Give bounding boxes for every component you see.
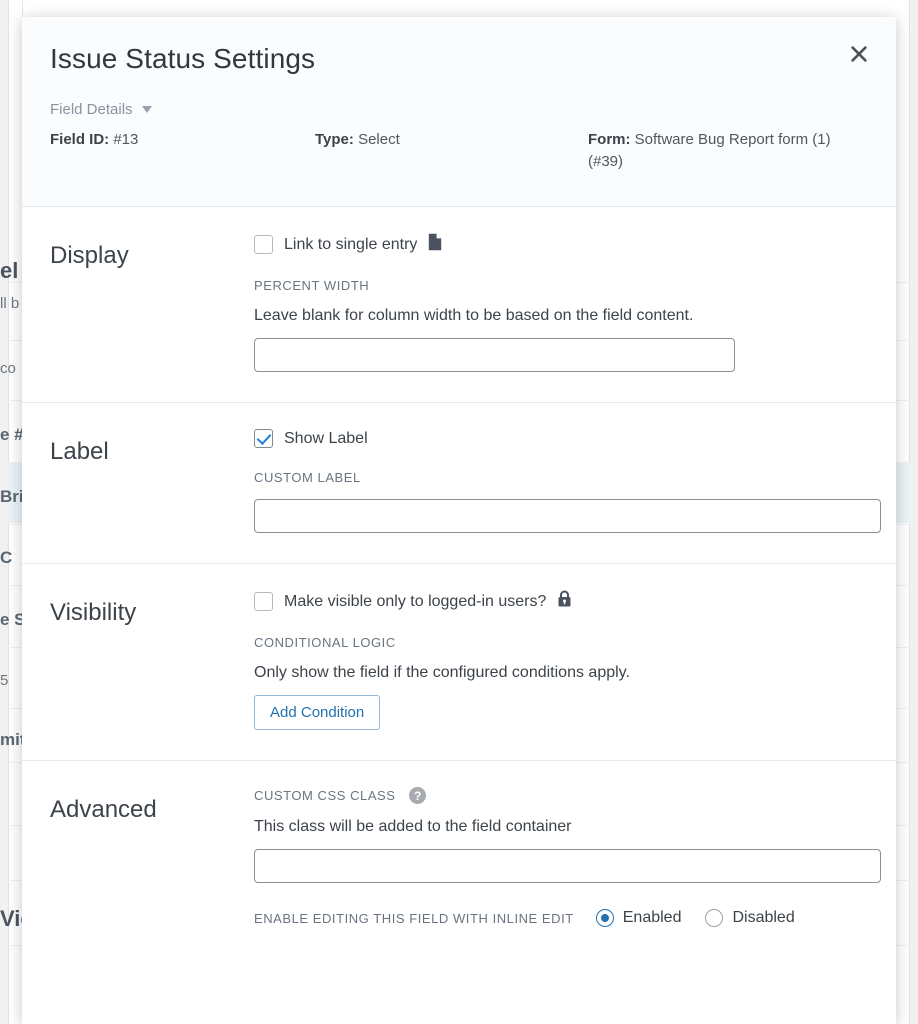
percent-width-heading: PERCENT WIDTH: [254, 278, 868, 293]
link-to-single-entry-label: Link to single entry: [284, 235, 418, 253]
custom-label-heading-text: CUSTOM LABEL: [254, 470, 361, 485]
show-label-checkbox[interactable]: [254, 429, 273, 448]
document-icon: [428, 233, 442, 256]
radio-enabled[interactable]: [595, 909, 614, 927]
section-visibility-body: Make visible only to logged-in users? CO…: [254, 590, 868, 730]
background-text-fragment: co: [0, 360, 16, 377]
field-meta-row: Field ID: #13 Type: Select Form: Softwar…: [50, 129, 868, 173]
section-label-title: Label: [50, 438, 109, 465]
conditional-logic-heading-text: CONDITIONAL LOGIC: [254, 635, 396, 650]
custom-label-input[interactable]: [254, 499, 881, 533]
radio-label-enabled: Enabled: [622, 909, 682, 926]
field-type-meta: Type: Select: [315, 129, 588, 151]
show-label-row[interactable]: Show Label: [254, 429, 868, 448]
field-form-meta: Form: Software Bug Report form (1) (#39): [588, 129, 838, 173]
section-display: Display Link to single entry PERCENT WID…: [22, 207, 896, 403]
field-id-value: #13: [113, 131, 139, 148]
chevron-down-icon: [141, 106, 152, 113]
modal-header: Issue Status Settings Field Details Fiel…: [22, 17, 896, 207]
field-id-meta: Field ID: #13: [50, 129, 315, 151]
inline-edit-heading: ENABLE EDITING THIS FIELD WITH INLINE ED…: [254, 911, 574, 926]
background-text-fragment: e #: [0, 425, 24, 444]
inline-edit-option-enabled[interactable]: Enabled: [595, 909, 682, 927]
background-text-fragment: ll b: [0, 295, 20, 312]
conditional-logic-description: Only show the field if the configured co…: [254, 664, 630, 681]
show-label-label: Show Label: [284, 429, 368, 447]
section-label-body: Show Label CUSTOM LABEL: [254, 429, 881, 533]
section-visibility: Visibility Make visible only to logged-i…: [22, 564, 896, 761]
custom-css-class-heading-text: CUSTOM CSS CLASS: [254, 788, 396, 803]
inline-edit-option-disabled[interactable]: Disabled: [705, 909, 795, 927]
custom-css-class-input[interactable]: [254, 849, 881, 883]
custom-css-class-heading: CUSTOM CSS CLASS ?: [254, 787, 868, 804]
background-text-fragment: e S: [0, 610, 24, 629]
section-display-title: Display: [50, 242, 129, 269]
background-text-fragment: el: [0, 258, 19, 283]
help-icon[interactable]: ?: [409, 787, 427, 804]
field-id-key: Field ID:: [50, 131, 110, 148]
custom-css-class-description: This class will be added to the field co…: [254, 818, 572, 835]
section-label: Label Show Label CUSTOM LABEL: [22, 403, 896, 564]
field-type-key: Type:: [315, 131, 354, 148]
section-advanced-title: Advanced: [50, 796, 157, 823]
background-text-fragment: mit: [0, 730, 24, 749]
close-icon[interactable]: [842, 37, 876, 71]
logged-in-only-label: Make visible only to logged-in users?: [284, 592, 547, 610]
add-condition-button[interactable]: Add Condition: [254, 695, 381, 730]
field-form-key: Form:: [588, 131, 631, 148]
section-visibility-title: Visibility: [50, 599, 137, 626]
custom-label-heading: CUSTOM LABEL: [254, 470, 868, 485]
field-details-toggle[interactable]: Field Details: [50, 101, 152, 118]
radio-label-disabled: Disabled: [732, 909, 795, 926]
logged-in-only-row[interactable]: Make visible only to logged-in users?: [254, 590, 868, 613]
conditional-logic-heading: CONDITIONAL LOGIC: [254, 635, 868, 650]
background-text-fragment: Brie: [0, 487, 24, 506]
section-advanced: Advanced CUSTOM CSS CLASS ? This class w…: [22, 761, 896, 957]
background-text-fragment: C: [0, 548, 13, 567]
section-display-body: Link to single entry PERCENT WIDTH Leave…: [254, 233, 868, 372]
link-to-single-entry-row[interactable]: Link to single entry: [254, 233, 868, 256]
link-to-single-entry-checkbox[interactable]: [254, 235, 273, 254]
inline-edit-heading-text: ENABLE EDITING THIS FIELD WITH INLINE ED…: [254, 910, 574, 926]
logged-in-only-checkbox[interactable]: [254, 592, 273, 611]
background-text-fragment: 5: [0, 672, 9, 689]
inline-edit-row: ENABLE EDITING THIS FIELD WITH INLINE ED…: [254, 909, 868, 927]
lock-icon: [557, 590, 572, 613]
background-text-fragment: Vie: [0, 906, 24, 931]
percent-width-description: Leave blank for column width to be based…: [254, 307, 694, 324]
field-type-value: Select: [358, 131, 400, 148]
page-title: Issue Status Settings: [50, 43, 316, 74]
section-advanced-body: CUSTOM CSS CLASS ? This class will be ad…: [254, 787, 881, 927]
inline-edit-radio-group: Enabled Disabled: [595, 909, 795, 927]
field-details-label: Field Details: [50, 101, 133, 118]
issue-status-settings-modal: Issue Status Settings Field Details Fiel…: [22, 17, 896, 1024]
radio-disabled[interactable]: [705, 909, 724, 927]
percent-width-input[interactable]: [254, 338, 735, 372]
percent-width-heading-text: PERCENT WIDTH: [254, 278, 370, 293]
